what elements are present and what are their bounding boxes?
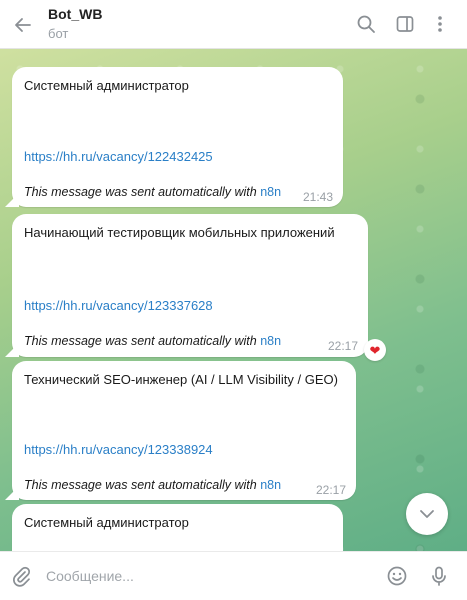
message-time: 22:17 [315,483,346,497]
chat-messages-area[interactable]: Системный администратор https://hh.ru/va… [0,49,467,551]
search-icon [357,15,375,33]
arrow-left-icon [15,18,31,32]
voice-record-button[interactable] [426,563,452,589]
chevron-down-icon [420,510,434,518]
n8n-link[interactable]: n8n [260,334,281,348]
emoji-button[interactable] [384,563,410,589]
chat-subtitle: бот [48,26,69,41]
microphone-icon [432,566,446,586]
message-footer: This message was sent automatically with… [24,334,281,348]
n8n-link[interactable]: n8n [260,185,281,199]
message-footer: This message was sent automatically with… [24,478,281,492]
chat-header: Bot_WB бот [0,0,467,49]
heart-reaction[interactable]: ❤ [364,339,386,361]
chat-title: Bot_WB [48,6,103,22]
message-footer: This message was sent automatically with… [24,185,281,199]
more-vertical-icon [438,16,442,32]
message-bubble[interactable]: Технический SEO-инженер (AI / LLM Visibi… [5,361,356,500]
back-button[interactable] [10,12,36,38]
vacancy-link[interactable]: https://hh.ru/vacancy/123338924 [24,442,213,457]
sidebar-toggle-icon [396,16,414,32]
search-button[interactable] [354,12,378,36]
message-composer [0,551,467,600]
message-bubble[interactable]: Системный администратор https://hh.ru/va… [5,67,343,207]
message-title: Технический SEO-инженер (AI / LLM Visibi… [24,372,338,387]
vacancy-link[interactable]: https://hh.ru/vacancy/122432425 [24,149,213,164]
sidebar-toggle-button[interactable] [393,12,417,36]
message-bubble[interactable]: Системный администратор [12,504,343,551]
message-title: Системный администратор [24,515,189,530]
n8n-link[interactable]: n8n [260,478,281,492]
message-input[interactable] [46,564,366,588]
footer-text: This message was sent automatically with [24,478,261,492]
attach-button[interactable] [8,563,34,589]
smiley-icon [387,566,407,586]
footer-text: This message was sent automatically with [24,334,261,348]
vacancy-link[interactable]: https://hh.ru/vacancy/123337628 [24,298,213,313]
message-title: Начинающий тестировщик мобильных приложе… [24,225,335,240]
paperclip-icon [13,566,31,587]
scroll-to-bottom-button[interactable] [406,493,448,535]
chat-title-block[interactable]: Bot_WB бот [48,6,102,43]
message-time: 22:17 [327,339,358,353]
heart-icon: ❤ [369,342,381,358]
footer-text: This message was sent automatically with [24,185,261,199]
message-bubble[interactable]: Начинающий тестировщик мобильных приложе… [5,214,368,357]
more-button[interactable] [428,12,452,36]
message-title: Системный администратор [24,78,189,93]
message-time: 21:43 [302,190,333,204]
